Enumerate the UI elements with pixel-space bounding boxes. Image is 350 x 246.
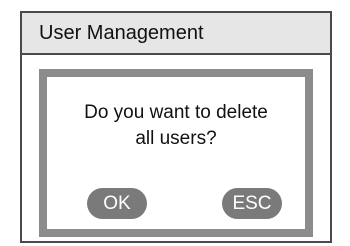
- dialog-body: Do you want to delete all users? OK ESC: [47, 77, 305, 229]
- ok-button[interactable]: OK: [87, 188, 147, 219]
- title-bar: User Management: [22, 13, 330, 55]
- dialog-message-line-1: Do you want to delete: [84, 102, 268, 123]
- delete-all-users-dialog: Do you want to delete all users? OK ESC: [39, 69, 313, 237]
- window-title: User Management: [39, 22, 204, 44]
- dialog-message: Do you want to delete all users?: [47, 100, 305, 152]
- dialog-message-line-2: all users?: [135, 128, 217, 149]
- esc-button[interactable]: ESC: [222, 188, 282, 219]
- user-management-window: User Management Do you want to delete al…: [20, 11, 332, 243]
